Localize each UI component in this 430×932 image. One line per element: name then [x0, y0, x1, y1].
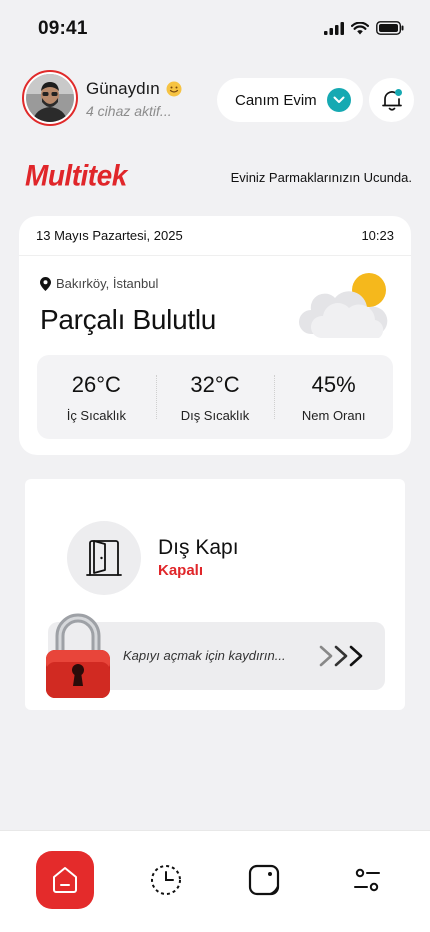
- stat-value: 45%: [311, 371, 356, 397]
- weather-condition: Parçalı Bulutlu: [40, 304, 217, 335]
- door-card: Dış Kapı Kapalı Kapıyı açmak için kaydır…: [25, 479, 405, 710]
- nav-history-button[interactable]: [146, 860, 186, 900]
- date-row: 13 Mayıs Pazartesi, 2025 10:23: [19, 216, 411, 256]
- home-selector-label: Canım Evim: [235, 91, 317, 109]
- stat-label: Nem Oranı: [301, 407, 366, 423]
- weather-card: 13 Mayıs Pazartesi, 2025 10:23 Bakırköy,…: [19, 216, 411, 455]
- active-devices-text: 4 cihaz aktif...: [86, 103, 172, 119]
- smile-emoji-icon: [166, 81, 182, 97]
- stat-outdoor-temp: 32°C Dış Sıcaklık: [155, 355, 275, 439]
- stat-indoor-temp: 26°C İç Sıcaklık: [37, 355, 156, 439]
- brand-logo: Multitek: [25, 159, 127, 192]
- nav-devices-button[interactable]: [244, 860, 284, 900]
- chevron-down-icon: [327, 88, 351, 112]
- time-text: 10:23: [361, 228, 394, 243]
- wifi-icon: [351, 21, 369, 34]
- padlock-icon[interactable]: [43, 610, 113, 702]
- weather-stats: 26°C İç Sıcaklık 32°C Dış Sıcaklık 45% N…: [37, 355, 393, 439]
- avatar[interactable]: [22, 70, 78, 126]
- bell-icon: [381, 89, 402, 111]
- stat-label: Dış Sıcaklık: [180, 407, 250, 423]
- status-icons: [324, 21, 404, 35]
- home-icon: [53, 867, 77, 893]
- settings-sliders-icon: [354, 868, 380, 892]
- door-icon-circle[interactable]: [67, 521, 141, 595]
- history-icon: [151, 865, 181, 895]
- stat-value: 32°C: [190, 371, 240, 397]
- signal-icon: [324, 21, 344, 35]
- device-icon: [248, 864, 280, 896]
- door-title: Dış Kapı: [158, 536, 239, 559]
- notifications-button[interactable]: [369, 78, 414, 122]
- location: Bakırköy, İstanbul: [40, 276, 158, 291]
- home-selector[interactable]: Canım Evim: [217, 78, 363, 122]
- bottom-navigation: [0, 830, 430, 932]
- stat-label: İç Sıcaklık: [66, 407, 126, 423]
- brand-tagline: Eviniz Parmaklarınızın Ucunda.: [230, 170, 412, 185]
- stat-humidity: 45% Nem Oranı: [274, 355, 393, 439]
- greeting-text: Günaydın: [86, 79, 160, 98]
- status-time: 09:41: [38, 18, 88, 39]
- nav-settings-button[interactable]: [347, 860, 387, 900]
- nav-home-button[interactable]: [36, 851, 94, 909]
- location-text: Bakırköy, İstanbul: [56, 276, 159, 291]
- arrows-right-icon: [319, 645, 363, 667]
- location-pin-icon: [40, 276, 51, 291]
- door-icon: [86, 540, 122, 576]
- stat-value: 26°C: [71, 371, 121, 397]
- slider-hint: Kapıyı açmak için kaydırın...: [123, 648, 286, 663]
- greeting: Günaydın: [86, 79, 182, 99]
- partly-cloudy-icon: [299, 273, 388, 338]
- battery-icon: [376, 21, 404, 35]
- date-text: 13 Mayıs Pazartesi, 2025: [36, 228, 183, 243]
- door-status: Kapalı: [158, 562, 204, 579]
